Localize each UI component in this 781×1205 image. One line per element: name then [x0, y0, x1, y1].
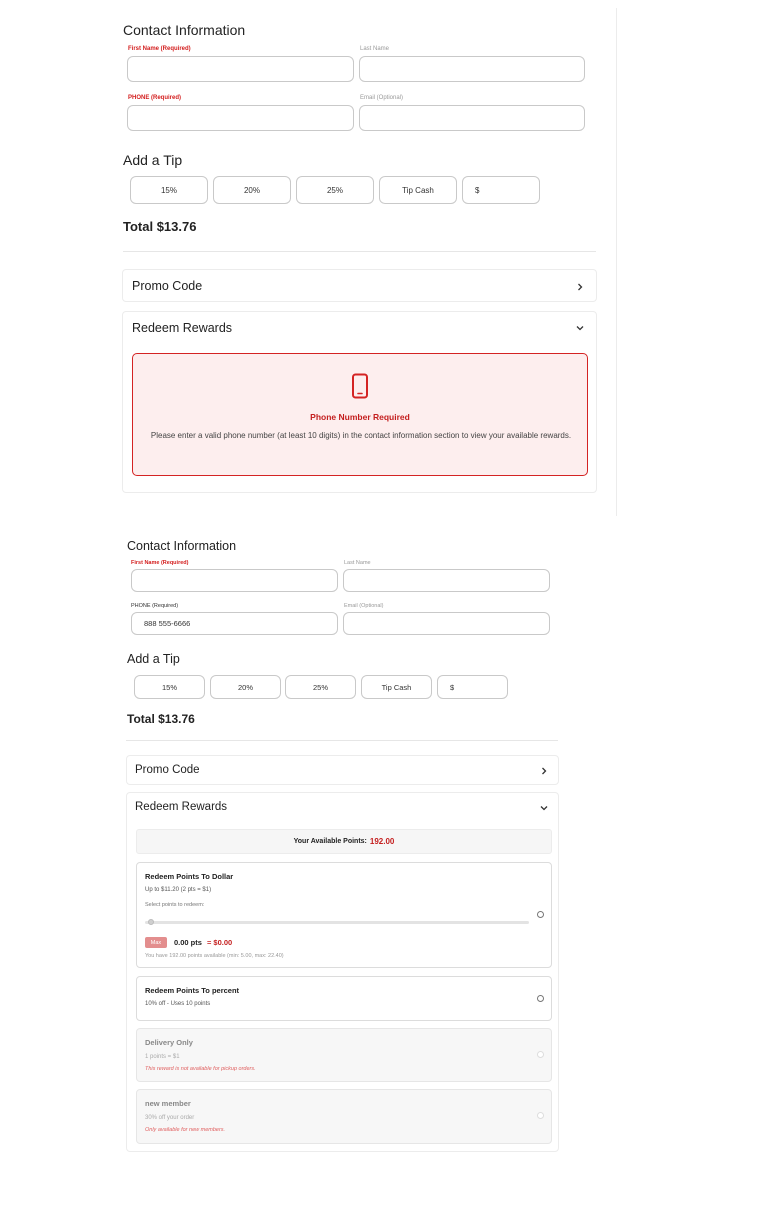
phone-input[interactable]: 888 555-6666: [131, 612, 338, 635]
phone-label: PHONE (Required): [131, 603, 179, 609]
tip-title: Add a Tip: [123, 152, 183, 168]
promo-code-title: Promo Code: [132, 279, 203, 293]
reward-title: Delivery Only: [145, 1038, 193, 1047]
tip-title: Add a Tip: [127, 652, 180, 666]
first-name-input[interactable]: [127, 56, 354, 82]
tip-cash-button[interactable]: Tip Cash: [379, 176, 457, 204]
available-points-label: Your Available Points:: [293, 838, 367, 845]
reward-subtitle: 1 points = $1: [145, 1054, 180, 1060]
tip-20-button[interactable]: 20%: [210, 675, 281, 699]
points-value: 0.00 pts: [174, 938, 202, 947]
select-points-label: Select points to redeem:: [145, 902, 205, 908]
promo-code-accordion[interactable]: Promo Code: [122, 269, 597, 302]
redeem-rewards-title[interactable]: Redeem Rewards: [132, 321, 232, 335]
reward-radio: [537, 1051, 544, 1058]
phone-label: PHONE (Required): [128, 95, 182, 101]
points-readout: 0.00 pts = $0.00: [174, 938, 232, 947]
reward-title: Redeem Points To percent: [145, 986, 240, 995]
email-input[interactable]: [359, 105, 585, 131]
points-slider-thumb[interactable]: [148, 919, 154, 925]
reward-title: new member: [145, 1099, 191, 1108]
tip-cash-button[interactable]: Tip Cash: [361, 675, 432, 699]
phone-icon: [352, 373, 368, 399]
reward-card-new-member: new member 30% off your order Only avail…: [136, 1089, 552, 1144]
tip-20-button[interactable]: 20%: [213, 176, 291, 204]
section-divider: [126, 740, 558, 741]
promo-code-title: Promo Code: [135, 764, 200, 776]
points-slider-track[interactable]: [145, 921, 529, 924]
email-input[interactable]: [343, 612, 550, 635]
reward-title: Redeem Points To Dollar: [145, 872, 234, 881]
phone-required-alert: Phone Number Required Please enter a val…: [132, 353, 588, 476]
reward-warning: Only available for new members.: [145, 1127, 226, 1133]
custom-tip-input[interactable]: $: [462, 176, 540, 204]
first-name-input[interactable]: [131, 569, 338, 592]
phone-input[interactable]: [127, 105, 354, 131]
contact-title: Contact Information: [123, 22, 246, 38]
last-name-input[interactable]: [343, 569, 550, 592]
chevron-down-icon[interactable]: [576, 324, 584, 332]
custom-tip-input[interactable]: $: [437, 675, 508, 699]
reward-radio[interactable]: [537, 995, 544, 1002]
section-divider: [123, 251, 596, 252]
max-button[interactable]: Max: [145, 937, 167, 948]
redeem-rewards-accordion: Redeem Rewards Your Available Points: 19…: [126, 792, 559, 1152]
chevron-right-icon: [542, 767, 547, 775]
reward-card-points-to-percent[interactable]: Redeem Points To percent 10% off - Uses …: [136, 976, 552, 1021]
email-label: Email (Optional): [344, 603, 384, 609]
redeem-rewards-accordion: Redeem Rewards Phone Number Required Ple…: [122, 311, 597, 493]
checkout-panel-empty-phone: Contact Information First Name (Required…: [0, 0, 781, 520]
reward-card-points-to-dollar[interactable]: Redeem Points To Dollar Up to $11.20 (2 …: [136, 862, 552, 968]
tip-25-button[interactable]: 25%: [285, 675, 356, 699]
first-name-label: First Name (Required): [131, 560, 189, 566]
reward-subtitle: Up to $11.20 (2 pts = $1): [145, 887, 212, 893]
order-total: Total $13.76: [123, 219, 197, 234]
tip-15-button[interactable]: 15%: [130, 176, 208, 204]
last-name-input[interactable]: [359, 56, 585, 82]
email-label: Email (Optional): [360, 95, 404, 101]
points-note: You have 192.00 points available (min: 5…: [145, 953, 284, 959]
order-total: Total $13.76: [127, 712, 195, 726]
first-name-label: First Name (Required): [128, 46, 191, 52]
chevron-down-icon[interactable]: [540, 804, 548, 812]
last-name-label: Last Name: [344, 560, 371, 566]
last-name-label: Last Name: [360, 46, 390, 52]
alert-title: Phone Number Required: [310, 412, 410, 422]
panel-divider: [616, 8, 617, 516]
promo-code-accordion[interactable]: Promo Code: [126, 755, 559, 785]
reward-warning: This reward is not available for pickup …: [145, 1066, 256, 1072]
available-points-value: 192.00: [369, 837, 395, 846]
checkout-panel-with-rewards: Contact Information First Name (Required…: [0, 530, 781, 1160]
chevron-right-icon: [578, 283, 583, 291]
tip-25-button[interactable]: 25%: [296, 176, 374, 204]
alert-message: Please enter a valid phone number (at le…: [150, 431, 572, 440]
tip-15-button[interactable]: 15%: [134, 675, 205, 699]
reward-subtitle: 10% off - Uses 10 points: [145, 1001, 211, 1007]
dollar-value: = $0.00: [206, 938, 233, 947]
reward-radio[interactable]: [537, 911, 544, 918]
contact-title: Contact Information: [127, 539, 237, 553]
reward-card-delivery-only: Delivery Only 1 points = $1 This reward …: [136, 1028, 552, 1082]
reward-subtitle: 30% off your order: [145, 1115, 195, 1121]
available-points-bar: Your Available Points: 192.00: [136, 829, 552, 854]
redeem-rewards-title[interactable]: Redeem Rewards: [135, 801, 227, 813]
reward-radio: [537, 1112, 544, 1119]
